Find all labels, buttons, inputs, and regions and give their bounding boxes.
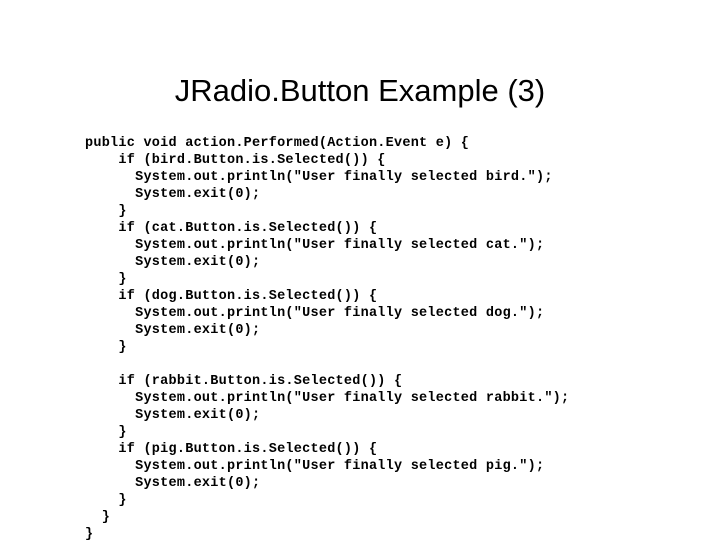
code-line: System.out.println("User finally selecte…	[85, 237, 545, 253]
page-title: JRadio.Button Example (3)	[174, 72, 546, 108]
code-line: System.exit(0);	[85, 186, 261, 202]
code-line: System.exit(0);	[85, 475, 261, 491]
code-line: }	[85, 424, 127, 440]
code-line: System.exit(0);	[85, 407, 261, 423]
code-line: if (rabbit.Button.is.Selected()) {	[85, 373, 403, 389]
code-line: System.out.println("User finally selecte…	[85, 390, 570, 406]
code-line: }	[85, 492, 127, 508]
code-line: if (bird.Button.is.Selected()) {	[85, 152, 386, 168]
code-line: System.exit(0);	[85, 322, 261, 338]
slide-canvas: JRadio.Button Example (3) public void ac…	[0, 0, 720, 543]
code-line: public void action.Performed(Action.Even…	[85, 135, 470, 151]
code-line: if (cat.Button.is.Selected()) {	[85, 220, 378, 236]
code-line: System.out.println("User finally selecte…	[85, 458, 545, 474]
code-line: System.out.println("User finally selecte…	[85, 305, 545, 321]
code-line: }	[85, 339, 127, 355]
code-line: System.out.println("User finally selecte…	[85, 169, 553, 185]
code-line: System.exit(0);	[85, 254, 261, 270]
code-line: }	[85, 509, 111, 525]
code-line: if (pig.Button.is.Selected()) {	[85, 441, 378, 457]
code-line: }	[85, 203, 127, 219]
code-line: }	[85, 271, 127, 287]
code-block: public void action.Performed(Action.Even…	[85, 135, 569, 543]
code-content: public void action.Performed(Action.Even…	[85, 135, 569, 543]
code-line: if (dog.Button.is.Selected()) {	[85, 288, 378, 304]
